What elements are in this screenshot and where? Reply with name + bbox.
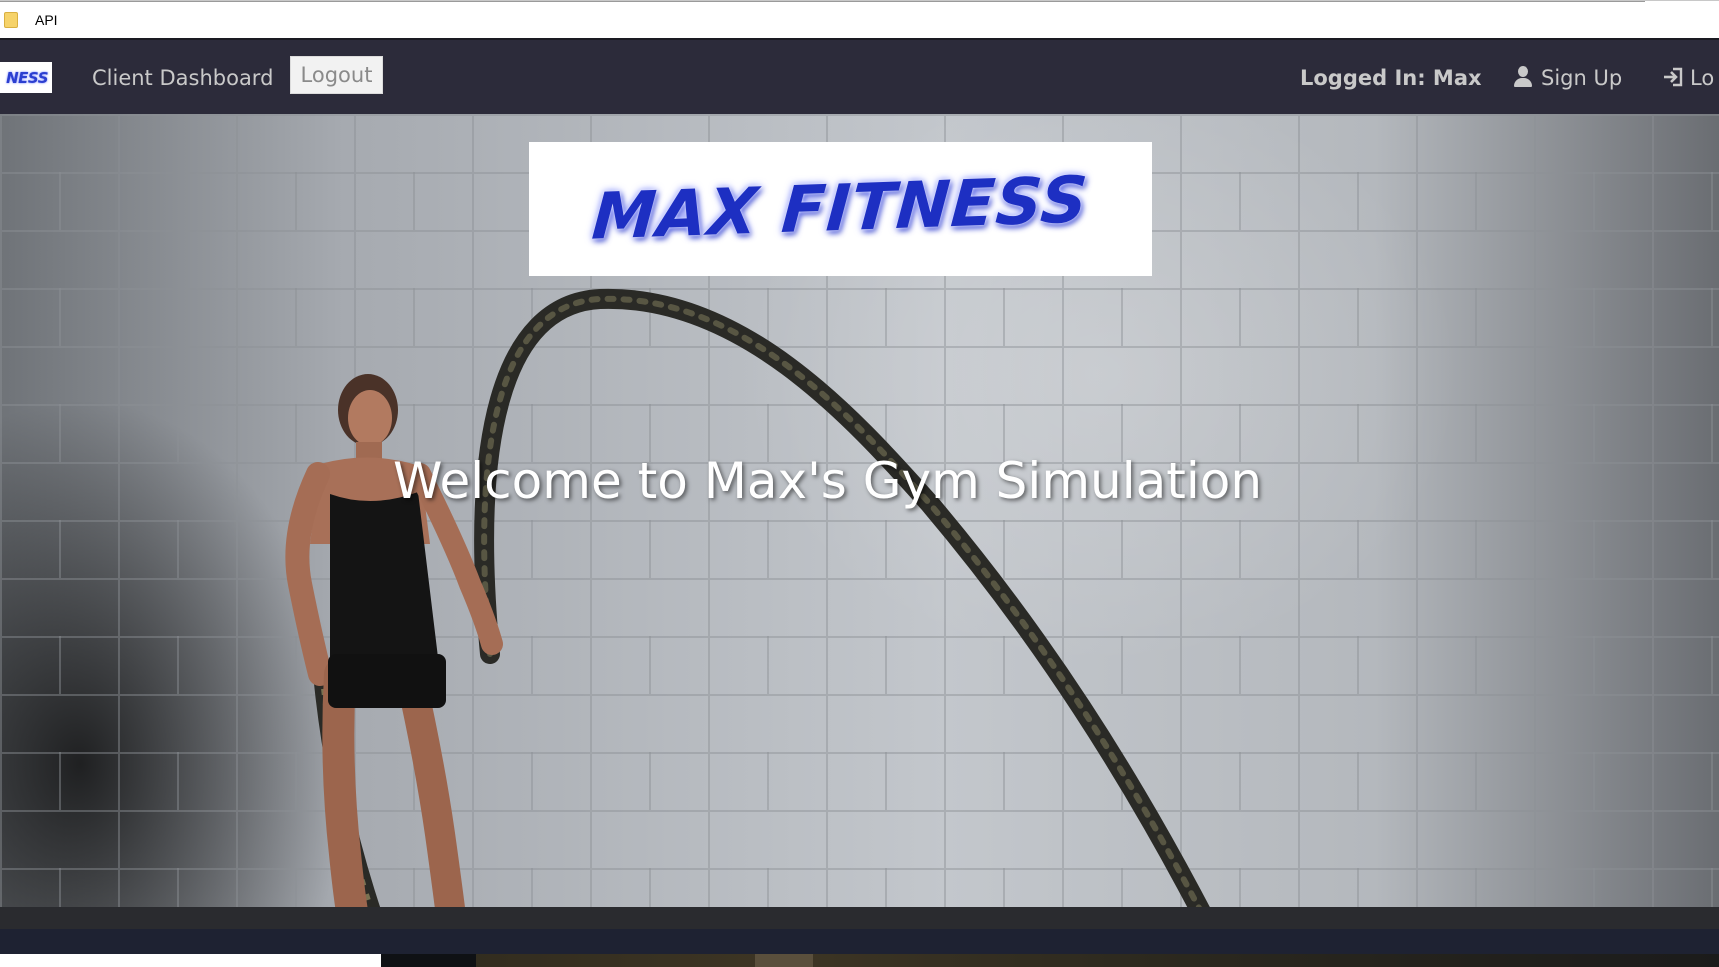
brand-logo-text: NESS xyxy=(6,68,48,87)
taskbar-strip xyxy=(381,954,1719,967)
logo-text: MAX FITNESS xyxy=(590,163,1091,255)
bookmark-label: API xyxy=(35,12,58,28)
bookmark-api[interactable]: API xyxy=(4,12,58,28)
welcome-heading: Welcome to Max's Gym Simulation xyxy=(393,452,1263,510)
sign-up-label: Sign Up xyxy=(1541,66,1623,90)
logout-button[interactable]: Logout xyxy=(290,56,383,94)
brand-logo[interactable]: NESS xyxy=(0,62,52,93)
nav-client-dashboard[interactable]: Client Dashboard xyxy=(92,62,273,94)
nav-sign-up[interactable]: Sign Up xyxy=(1513,62,1622,94)
footer-bar xyxy=(0,929,1719,954)
floor-shadow xyxy=(0,907,1719,929)
folder-icon xyxy=(4,12,18,28)
login-icon xyxy=(1664,67,1683,87)
top-navbar: NESS Client Dashboard Logout Logged In: … xyxy=(0,38,1719,114)
login-label: Lo xyxy=(1690,66,1715,90)
logged-in-status: Logged In: Max xyxy=(1300,66,1482,90)
max-fitness-logo: MAX FITNESS xyxy=(529,142,1152,276)
bookmarks-bar: API xyxy=(0,0,1719,39)
user-icon xyxy=(1513,66,1533,88)
os-taskbar xyxy=(0,954,1719,967)
nav-login[interactable]: Lo xyxy=(1662,62,1714,94)
